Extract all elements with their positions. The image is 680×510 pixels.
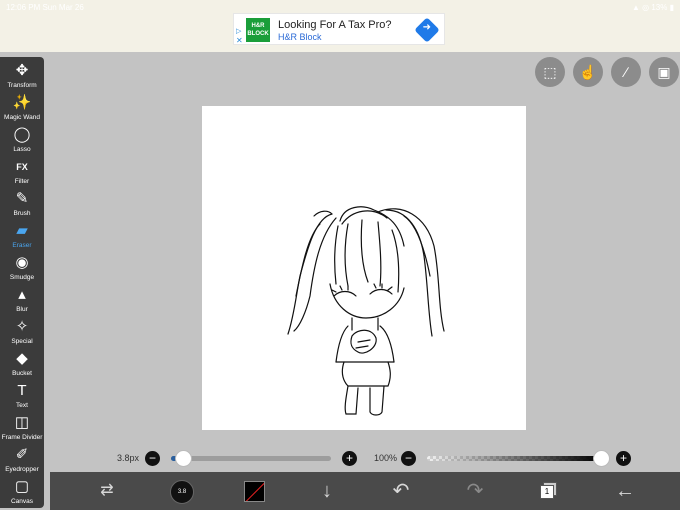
- tool-transform[interactable]: ✥ Transform: [0, 61, 44, 93]
- tool-label: Eyedropper: [5, 466, 39, 473]
- hand-touch-icon: ☝: [579, 64, 597, 80]
- tool-blur[interactable]: ▴ Blur: [0, 285, 44, 317]
- move-arrows-icon: ✥: [15, 62, 29, 79]
- ad-subtitle: H&R Block: [278, 32, 322, 42]
- selection-button[interactable]: ⬚: [535, 57, 565, 87]
- tool-label: Frame Divider: [1, 434, 43, 441]
- arrow-right-icon: ➜: [422, 22, 431, 34]
- bottom-bar: ⇄ 3.8 ↓ ↶ ↷ 1 ←: [50, 472, 680, 510]
- tool-eyedropper[interactable]: ✐ Eyedropper: [0, 445, 44, 477]
- brush-icon: ✎: [15, 190, 29, 207]
- hr-block-logo: H&R BLOCK: [246, 18, 270, 42]
- magic-wand-icon: ✨: [12, 94, 32, 111]
- tool-label: Bucket: [12, 370, 32, 377]
- ad-choices-icon[interactable]: ▷: [236, 27, 241, 35]
- tool-label: Brush: [13, 210, 31, 217]
- tool-label: Lasso: [13, 146, 31, 153]
- lasso-icon: ◯: [13, 126, 31, 143]
- top-bar: 12:06 PM Sun Mar 26 ▲ ◎ 13% ▮ ▷ ✕ H&R BL…: [0, 0, 680, 52]
- ruler-icon: ∕: [624, 64, 628, 80]
- opacity-decrease-button[interactable]: −: [401, 451, 416, 466]
- ad-title: Looking For A Tax Pro?: [278, 19, 392, 31]
- ad-close-icon[interactable]: ✕: [236, 36, 243, 45]
- image-button[interactable]: ▣: [649, 57, 679, 87]
- bucket-icon: ◆: [16, 350, 28, 367]
- tool-eraser[interactable]: ▰ Eraser: [0, 221, 44, 253]
- tool-sidebar: ✥ Transform ✨ Magic Wand ◯ Lasso FX Filter ✎ Brus…: [0, 57, 44, 508]
- tool-label: Filter: [14, 178, 30, 185]
- layers-button[interactable]: 1: [540, 482, 558, 500]
- hand-button[interactable]: ☝: [573, 57, 603, 87]
- status-time: 12:06 PM Sun Mar 26: [6, 3, 84, 12]
- tool-label: Canvas: [10, 498, 34, 505]
- eraser-icon: ▰: [16, 222, 28, 239]
- undo-icon[interactable]: ↶: [386, 472, 416, 510]
- brush-preview-button[interactable]: 3.8: [170, 480, 194, 504]
- canvas-icon: ▢: [14, 478, 30, 495]
- eyedropper-icon: ✐: [15, 446, 29, 463]
- back-arrow-icon[interactable]: ←: [610, 472, 640, 510]
- fx-icon: FX: [16, 162, 28, 172]
- image-icon: ▣: [657, 64, 671, 80]
- tool-label: Blur: [16, 306, 28, 313]
- opacity-label: 100%: [374, 453, 398, 463]
- brush-size-knob[interactable]: [175, 450, 193, 467]
- tool-label: Eraser: [12, 242, 32, 249]
- redo-icon[interactable]: ↷: [460, 472, 490, 510]
- color-swatch-button[interactable]: [244, 481, 265, 502]
- tool-magic-wand[interactable]: ✨ Magic Wand: [0, 93, 44, 125]
- sketch-drawing: [287, 206, 445, 416]
- tool-lasso[interactable]: ◯ Lasso: [0, 125, 44, 157]
- special-icon: ✧: [15, 318, 29, 335]
- tool-bucket[interactable]: ◆ Bucket: [0, 349, 44, 381]
- opacity-increase-button[interactable]: +: [616, 451, 631, 466]
- swap-tool-icon[interactable]: ⇄: [90, 472, 124, 510]
- selection-icon: ⬚: [543, 64, 557, 80]
- drawing-canvas[interactable]: [202, 106, 526, 430]
- tool-label: Magic Wand: [4, 114, 40, 121]
- text-icon: T: [17, 382, 27, 399]
- tool-special[interactable]: ✧ Special: [0, 317, 44, 349]
- opacity-knob[interactable]: [592, 450, 610, 467]
- brush-size-increase-button[interactable]: +: [342, 451, 357, 466]
- ad-go-button[interactable]: ➜: [414, 17, 440, 43]
- blur-drop-icon: ▴: [18, 286, 26, 303]
- tool-label: Transform: [7, 82, 37, 89]
- tool-smudge[interactable]: ◉ Smudge: [0, 253, 44, 285]
- ruler-button[interactable]: ∕: [611, 57, 641, 87]
- brush-size-label: 3.8px: [117, 453, 140, 463]
- smudge-icon: ◉: [15, 254, 29, 271]
- layer-count: 1: [540, 485, 554, 499]
- tool-label: Special: [11, 338, 33, 345]
- tool-canvas[interactable]: ▢ Canvas: [0, 477, 44, 509]
- brush-size-decrease-button[interactable]: −: [145, 451, 160, 466]
- opacity-slider[interactable]: [427, 450, 610, 467]
- tool-brush[interactable]: ✎ Brush: [0, 189, 44, 221]
- tool-label: Smudge: [9, 274, 35, 281]
- arrow-down-icon[interactable]: ↓: [312, 472, 342, 510]
- status-indicators: ▲ ◎ 13% ▮: [632, 3, 674, 12]
- brush-size-slider[interactable]: [171, 450, 331, 467]
- tool-text[interactable]: T Text: [0, 381, 44, 413]
- frame-divider-icon: ◫: [14, 414, 30, 431]
- ad-banner[interactable]: ▷ ✕ H&R BLOCK Looking For A Tax Pro? H&R…: [233, 13, 445, 45]
- tool-label: Text: [16, 402, 28, 409]
- tool-filter[interactable]: FX Filter: [0, 157, 44, 189]
- tool-frame-divider[interactable]: ◫ Frame Divider: [0, 413, 44, 445]
